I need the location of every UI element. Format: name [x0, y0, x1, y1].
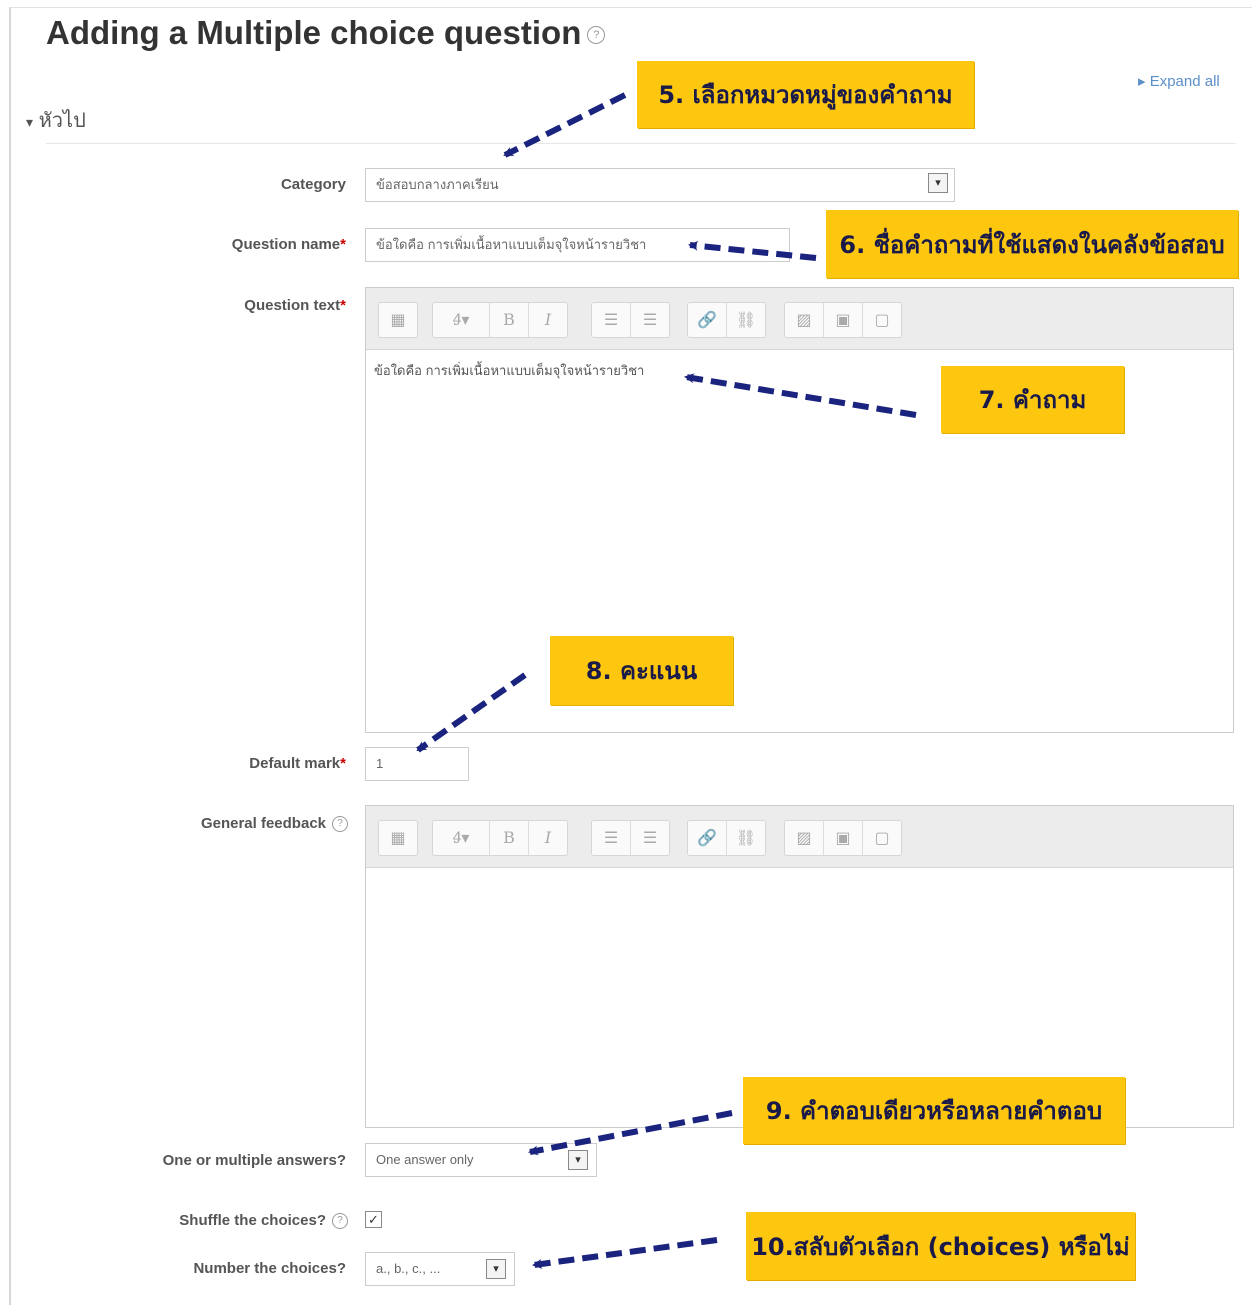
arrow-5 — [503, 92, 627, 158]
annotation-note-5: 5. เลือกหมวดหมู่ของคำถาม — [637, 61, 974, 128]
annotation-note-10: 10.สลับตัวเลือก (choices) หรือไม่ — [746, 1212, 1135, 1280]
annotation-note-6: 6. ชื่อคำถามที่ใช้แสดงในคลังข้อสอบ — [826, 210, 1238, 278]
annotation-note-9: 9. คำตอบเดียวหรือหลายคำตอบ — [743, 1077, 1125, 1144]
annotation-note-8: 8. คะแนน — [550, 636, 733, 705]
arrow-8 — [416, 672, 527, 753]
annotation-note-7: 7. คำถาม — [941, 366, 1124, 433]
arrow-6 — [688, 240, 817, 261]
arrow-7 — [684, 373, 917, 418]
arrow-9 — [528, 1110, 733, 1156]
arrow-10 — [532, 1237, 718, 1269]
